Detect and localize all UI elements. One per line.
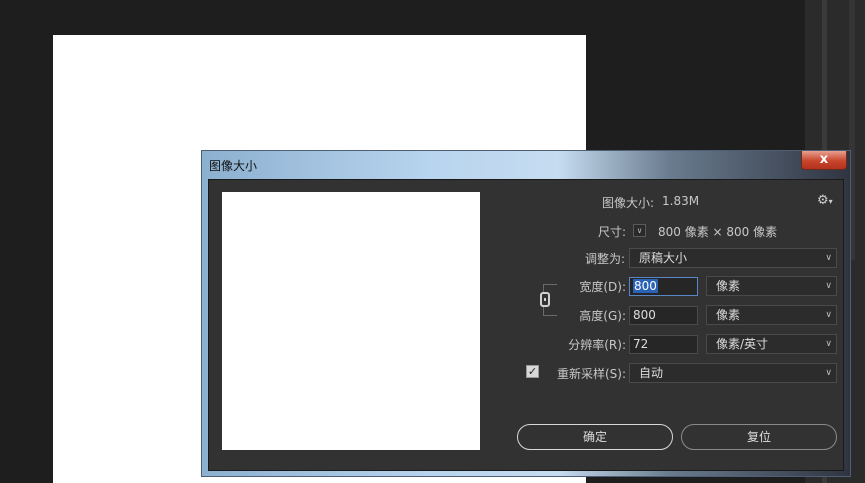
image-size-dialog: 图像大小 x 图像大小: 1.83M ⚙▾ 尺寸: ∨ 800 像素 × 800… — [201, 150, 851, 477]
dimensions-value: 800 像素 × 800 像素 — [658, 225, 778, 239]
ok-button[interactable]: 确定 — [517, 424, 673, 450]
chain-link-icon[interactable] — [540, 292, 550, 307]
dialog-titlebar[interactable]: 图像大小 x — [202, 151, 850, 179]
dimensions-label: 尺寸: — [597, 225, 626, 239]
reset-button[interactable]: 复位 — [681, 424, 837, 450]
resolution-label: 分辨率(R): — [568, 338, 626, 352]
width-label: 宽度(D): — [579, 280, 626, 294]
width-unit: 像素 — [716, 279, 741, 293]
resolution-unit-select[interactable]: 像素/英寸 ∨ — [706, 334, 837, 354]
chevron-down-icon: ∨ — [825, 368, 832, 378]
resolution-value: 72 — [633, 337, 649, 351]
fit-to-label: 调整为: — [584, 252, 625, 266]
dialog-body: 图像大小: 1.83M ⚙▾ 尺寸: ∨ 800 像素 × 800 像素 调整为… — [208, 179, 844, 471]
height-unit-select[interactable]: 像素 ∨ — [706, 305, 837, 325]
fit-to-select[interactable]: 原稿大小 ∨ — [629, 248, 837, 268]
resample-value: 自动 — [639, 366, 664, 380]
dialog-title: 图像大小 — [209, 159, 258, 173]
fit-to-value: 原稿大小 — [639, 251, 688, 265]
resolution-input[interactable]: 72 — [629, 335, 698, 354]
width-value: 800 — [633, 279, 658, 293]
image-size-label: 图像大小: — [601, 196, 654, 210]
width-unit-select[interactable]: 像素 ∨ — [706, 276, 837, 296]
chevron-down-icon: ∨ — [825, 310, 832, 320]
close-button[interactable]: x — [801, 151, 847, 170]
chevron-down-icon: ∨ — [825, 281, 832, 291]
image-size-value: 1.83M — [662, 194, 700, 208]
height-unit: 像素 — [716, 308, 741, 322]
gear-icon[interactable]: ⚙▾ — [817, 193, 833, 208]
chevron-down-icon: ∨ — [825, 339, 832, 349]
resample-checkbox[interactable]: ✓ — [526, 365, 539, 378]
resolution-unit: 像素/英寸 — [716, 337, 769, 351]
chevron-down-icon[interactable]: ∨ — [633, 224, 646, 237]
height-label: 高度(G): — [579, 309, 626, 323]
image-preview[interactable] — [222, 192, 480, 450]
height-value: 800 — [633, 308, 656, 322]
resample-select[interactable]: 自动 ∨ — [629, 363, 837, 383]
height-input[interactable]: 800 — [629, 306, 698, 325]
resample-label: 重新采样(S): — [556, 367, 626, 381]
chevron-down-icon: ∨ — [825, 253, 832, 263]
width-input[interactable]: 800 — [629, 277, 698, 296]
close-icon: x — [819, 152, 829, 167]
